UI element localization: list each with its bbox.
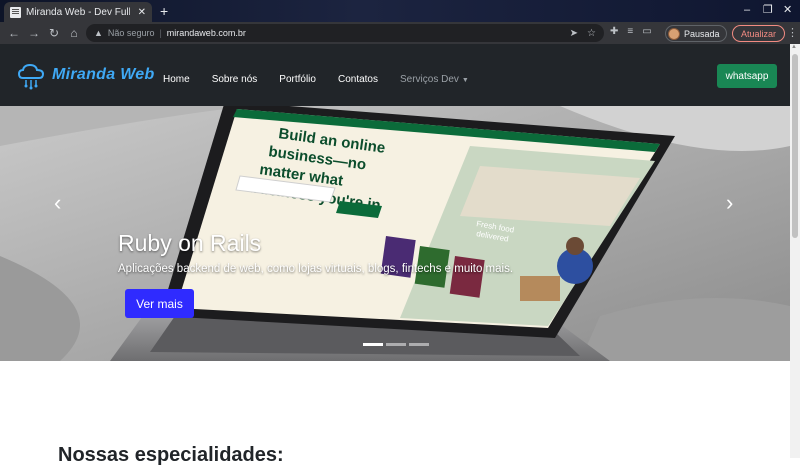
reading-list-icon[interactable]: ≡ (627, 26, 633, 37)
close-icon[interactable]: ✕ (138, 7, 146, 18)
caret-down-icon: ▼ (461, 77, 469, 84)
not-secure-label: Não seguro (107, 28, 155, 38)
reload-icon[interactable]: ↻ (44, 26, 64, 40)
page-icon (10, 6, 21, 18)
profile-label: Pausada (684, 28, 720, 39)
side-panel-icon[interactable]: ▭ (642, 26, 651, 37)
send-icon[interactable]: ➤ (570, 28, 578, 39)
new-tab-button[interactable]: + (160, 3, 168, 19)
hero-subtitle: Aplicações backend de web, como lojas vi… (118, 263, 514, 275)
warning-icon[interactable]: ▲ (94, 28, 103, 38)
carousel-indicator[interactable] (409, 343, 429, 346)
close-window-icon[interactable]: ✕ (783, 3, 792, 17)
profile-button[interactable]: Pausada (665, 25, 727, 42)
scroll-up-icon[interactable]: ▲ (791, 44, 797, 50)
hero-carousel: Build an online business—no matter what … (0, 106, 790, 361)
update-button[interactable]: Atualizar (732, 25, 786, 42)
avatar (668, 27, 680, 40)
minimize-icon[interactable]: – (744, 3, 750, 17)
carousel-indicator[interactable] (386, 343, 406, 346)
scroll-thumb[interactable] (792, 54, 798, 238)
menu-icon[interactable]: ⋮ (787, 26, 798, 39)
bookmark-star-icon[interactable]: ☆ (587, 28, 596, 39)
tab-title: Miranda Web - Dev Full St (26, 6, 130, 18)
nav-link-contatos[interactable]: Contatos (338, 74, 378, 85)
carousel-next-icon[interactable]: › (726, 190, 733, 216)
url-text[interactable]: mirandaweb.com.br (167, 28, 246, 38)
address-bar[interactable]: ▲ Não seguro | mirandaweb.com.br ➤ ☆ (86, 24, 604, 42)
browser-tab[interactable]: Miranda Web - Dev Full St ✕ (4, 2, 152, 22)
whatsapp-button[interactable]: whatsapp (717, 64, 777, 88)
nav-link-home[interactable]: Home (163, 74, 190, 85)
url-separator: | (159, 28, 162, 38)
nav-link-portfolio[interactable]: Portfólio (279, 74, 316, 85)
brand-name: Miranda Web (52, 66, 155, 83)
home-icon[interactable]: ⌂ (64, 26, 84, 40)
cloud-icon (17, 63, 45, 90)
page-scrollbar[interactable]: ▲ (790, 44, 800, 458)
nav-dropdown-servicos[interactable]: Serviços Dev ▼ (400, 74, 469, 85)
browser-tab-bar: Miranda Web - Dev Full St ✕ + – ❐ ✕ (0, 0, 800, 22)
restore-icon[interactable]: ❐ (763, 3, 773, 17)
hero-title: Ruby on Rails (118, 230, 262, 256)
nav-menu: Home Sobre nós Portfólio Contatos Serviç… (163, 74, 491, 85)
site-navbar: Miranda Web Home Sobre nós Portfólio Con… (0, 44, 790, 106)
carousel-prev-icon[interactable]: ‹ (54, 190, 61, 216)
dropdown-label: Serviços Dev (400, 74, 459, 85)
section-title: Nossas especialidades: (58, 444, 284, 466)
carousel-indicators (363, 343, 429, 346)
brand-logo[interactable]: Miranda Web (16, 60, 155, 90)
nav-link-sobre[interactable]: Sobre nós (212, 74, 258, 85)
carousel-indicator[interactable] (363, 343, 383, 346)
forward-icon[interactable]: → (24, 26, 44, 40)
ver-mais-button[interactable]: Ver mais (125, 289, 194, 318)
browser-toolbar: ← → ↻ ⌂ ▲ Não seguro | mirandaweb.com.br… (0, 22, 800, 44)
extensions-icon[interactable]: ✚ (610, 26, 618, 37)
back-icon[interactable]: ← (4, 26, 24, 40)
